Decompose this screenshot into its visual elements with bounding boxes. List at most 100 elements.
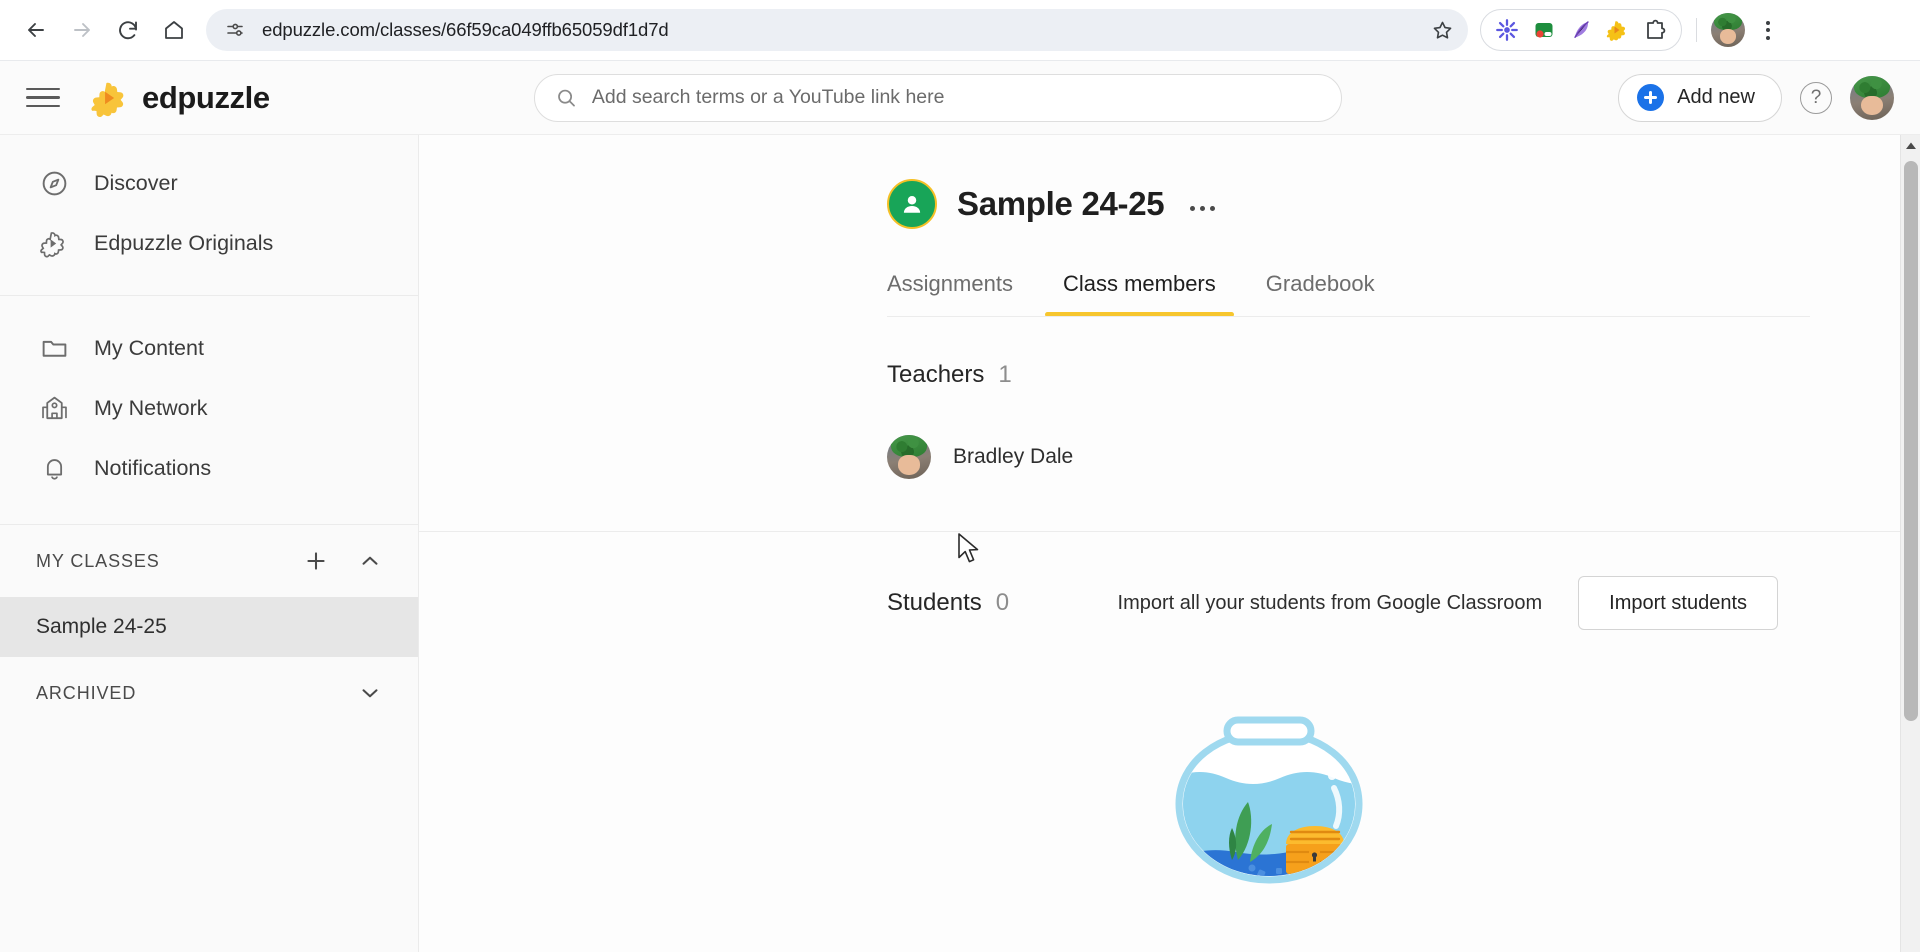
import-description: Import all your students from Google Cla… [1117,591,1543,614]
table-row[interactable]: Bradley Dale [887,389,1850,479]
user-avatar[interactable] [1850,75,1894,120]
screen-recorder-extension-icon[interactable] [1527,13,1561,47]
sidebar-item-discover[interactable]: Discover [0,153,418,213]
more-options-icon[interactable] [1184,189,1221,219]
students-section-header: Students 0 Import all your students from… [887,532,1850,630]
edpuzzle-extension-icon[interactable] [1601,13,1635,47]
back-button[interactable] [14,8,58,52]
import-area: Import all your students from Google Cla… [1118,576,1778,630]
avatar-face [1719,28,1737,44]
class-people-icon [887,179,937,229]
collapse-classes-button[interactable] [356,547,384,575]
browser-menu-button[interactable] [1749,11,1787,49]
scroll-up-button[interactable] [1901,135,1920,157]
expand-archived-button[interactable] [356,679,384,707]
add-class-button[interactable] [302,547,330,575]
students-label: Students [887,589,982,616]
quill-extension-icon[interactable] [1564,13,1598,47]
my-classes-actions [302,547,384,575]
puzzle-piece-icon [36,229,72,258]
quill-glyph-icon [1574,21,1589,38]
forward-button[interactable] [60,8,104,52]
scrollbar-thumb[interactable] [1904,161,1918,721]
archived-actions [356,679,384,707]
starburst-extension-icon[interactable] [1490,13,1524,47]
bookmark-button[interactable] [1424,12,1460,48]
tab-assignments[interactable]: Assignments [887,259,1013,317]
tab-label: Class members [1062,271,1216,296]
sidebar: Discover Edpuzzle Originals My Content M… [0,135,419,952]
fishbowl-icon [1174,716,1363,884]
archived-title: ARCHIVED [36,682,137,703]
sidebar-item-label: My Network [94,395,208,420]
brand-name: edpuzzle [142,79,270,115]
add-new-button[interactable]: Add new [1618,73,1782,122]
star-icon [1433,21,1451,39]
avatar-hat [1853,75,1891,98]
hamburger-menu-icon[interactable] [22,77,64,119]
sidebar-item-label: Discover [94,170,178,195]
home-button[interactable] [152,8,196,52]
tab-class-members[interactable]: Class members [1044,259,1234,317]
teacher-name: Bradley Dale [953,445,1074,468]
teachers-section-header: Teachers 1 [887,317,1850,389]
three-dot-menu-icon [1766,20,1770,25]
chrome-profile-avatar[interactable] [1711,13,1745,47]
sidebar-item-my-content[interactable]: My Content [0,318,418,378]
avatar-hat [890,435,928,457]
class-item-label: Sample 24-25 [36,615,167,638]
chevron-up-icon [362,556,378,565]
import-students-button[interactable]: Import students [1578,576,1778,630]
archived-header[interactable]: ARCHIVED [0,657,418,729]
sidebar-item-label: Edpuzzle Originals [94,230,274,255]
sidebar-item-edpuzzle-originals[interactable]: Edpuzzle Originals [0,213,418,273]
site-settings-icon [227,23,243,36]
class-header: Sample 24-25 [887,135,1850,229]
extensions-puzzle-icon[interactable] [1638,13,1672,47]
edpuzzle-puzzle-glyph-icon [1606,21,1626,41]
help-icon: ? [1810,86,1822,108]
avatar-face [898,455,920,475]
edpuzzle-header: edpuzzle Add new ? [0,61,1920,135]
edpuzzle-logo-icon [91,82,124,117]
tab-label: Assignments [887,271,1013,296]
search-icon [558,89,575,106]
help-button[interactable]: ? [1800,81,1832,114]
sidebar-item-notifications[interactable]: Notifications [0,438,418,498]
home-icon [165,21,183,39]
scroll-up-arrow-icon [1905,142,1916,149]
main-content: Sample 24-25 Assignments Class members G… [419,135,1920,952]
tab-gradebook[interactable]: Gradebook [1266,259,1375,317]
starburst-glyph-icon [1496,19,1518,41]
url-text[interactable]: edpuzzle.com/classes/66f59ca049ffb65059d… [250,19,1424,41]
teachers-label: Teachers [887,361,985,388]
plus-icon [307,552,325,570]
sidebar-item-label: Notifications [94,455,212,480]
search-input[interactable] [591,86,1321,109]
avatar-hat [1713,13,1743,30]
search-box[interactable] [534,73,1342,122]
site-settings-button[interactable] [220,15,250,45]
browser-toolbar: edpuzzle.com/classes/66f59ca049ffb65059d… [0,0,1920,61]
scrollbar[interactable] [1900,135,1920,952]
tabs-container: Assignments Class members Gradebook [887,259,1850,317]
fishbowl-illustration [687,692,1850,892]
add-new-label: Add new [1677,86,1755,108]
sidebar-item-label: My Content [94,335,204,360]
address-bar[interactable]: edpuzzle.com/classes/66f59ca049ffb65059d… [206,9,1468,51]
forward-arrow-icon [74,23,90,37]
teachers-count: 1 [998,361,1012,388]
reload-button[interactable] [106,8,150,52]
search-container [534,73,1342,122]
my-classes-title: MY CLASSES [36,550,160,571]
sidebar-item-class-sample-24-25[interactable]: Sample 24-25 [0,597,418,657]
reload-icon [119,21,137,40]
chevron-down-icon [362,689,378,698]
screen-recorder-glyph-icon [1535,23,1553,38]
bell-icon [36,454,72,483]
sidebar-item-my-network[interactable]: My Network [0,378,418,438]
tabs-underline [887,316,1810,317]
sidebar-group-primary: Discover Edpuzzle Originals [0,135,418,296]
edpuzzle-brand[interactable]: edpuzzle [90,77,270,119]
page-title: Sample 24-25 [957,185,1165,222]
